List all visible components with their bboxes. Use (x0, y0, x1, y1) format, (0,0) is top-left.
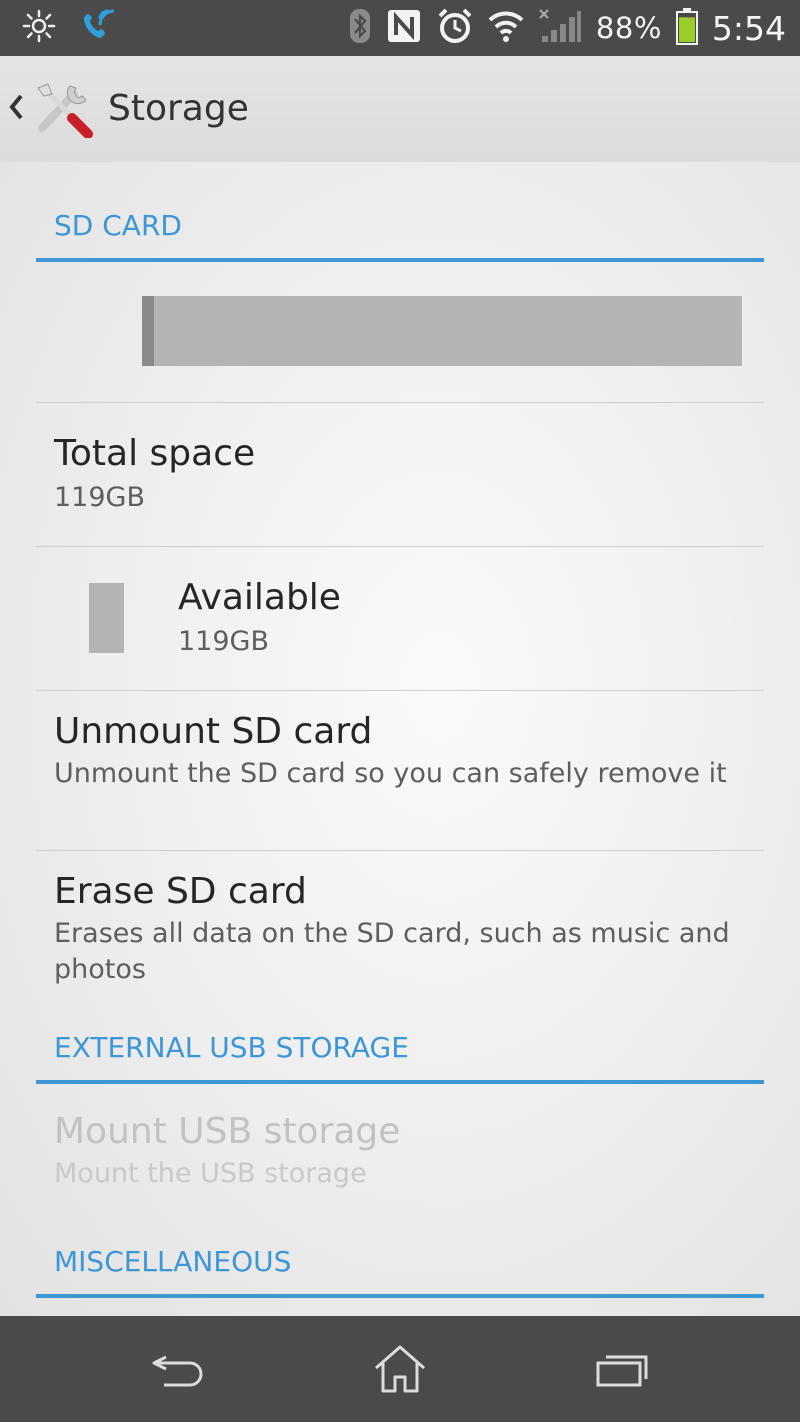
signal-icon (538, 8, 582, 48)
mount-usb-storage-item[interactable]: Mount USB storage Mount the USB storage (54, 1110, 744, 1192)
item-summary: 119GB (178, 626, 269, 657)
erase-sd-card-item[interactable]: Erase SD card Erases all data on the SD … (54, 870, 744, 988)
section-header-label: MISCELLANEOUS (54, 1245, 292, 1278)
item-title: Total space (54, 433, 256, 474)
settings-tools-icon[interactable] (34, 80, 94, 142)
divider (36, 546, 764, 547)
recent-apps-icon[interactable] (594, 1349, 650, 1393)
action-bar: Storage (0, 56, 800, 162)
section-header-label: SD CARD (54, 209, 182, 242)
item-title: Erase SD card (54, 871, 307, 912)
alarm-icon (436, 7, 474, 49)
section-header-label: EXTERNAL USB STORAGE (54, 1031, 409, 1064)
storage-usage-bar (142, 296, 742, 366)
item-summary: Erases all data on the SD card, such as … (54, 918, 730, 985)
item-summary: 119GB (54, 482, 145, 513)
clock: 5:54 (711, 8, 786, 48)
item-summary: Mount the USB storage (54, 1158, 367, 1189)
divider (36, 402, 764, 403)
status-bar: 88% 5:54 (0, 0, 800, 56)
brightness-icon (22, 9, 56, 47)
available-item: Available 119GB (178, 576, 738, 660)
available-color-swatch (89, 583, 124, 653)
section-header-sd-card: SD CARD (36, 206, 764, 262)
storage-usage-used (142, 296, 154, 366)
item-title: Mount USB storage (54, 1111, 401, 1152)
divider (36, 850, 764, 851)
wifi-calling-icon (78, 7, 118, 49)
item-title: Available (178, 577, 341, 618)
battery-icon (675, 7, 698, 49)
back-caret-icon[interactable] (8, 90, 24, 130)
back-icon[interactable] (150, 1349, 206, 1393)
total-space-item: Total space 119GB (54, 432, 744, 516)
bluetooth-icon (348, 7, 372, 49)
page-title: Storage (108, 88, 249, 129)
unmount-sd-card-item[interactable]: Unmount SD card Unmount the SD card so y… (54, 710, 744, 792)
storage-screen: Storage SD CARD Total space 119GB Availa… (0, 56, 800, 1316)
divider (36, 690, 764, 691)
section-header-external-usb: EXTERNAL USB STORAGE (36, 1028, 764, 1084)
item-title: Unmount SD card (54, 711, 373, 752)
wifi-icon (488, 9, 524, 47)
section-header-miscellaneous: MISCELLANEOUS (36, 1242, 764, 1298)
item-summary: Unmount the SD card so you can safely re… (54, 758, 727, 789)
navigation-bar (0, 1316, 800, 1422)
battery-percent: 88% (595, 11, 662, 45)
nfc-icon (386, 8, 422, 48)
home-icon[interactable] (372, 1344, 428, 1398)
